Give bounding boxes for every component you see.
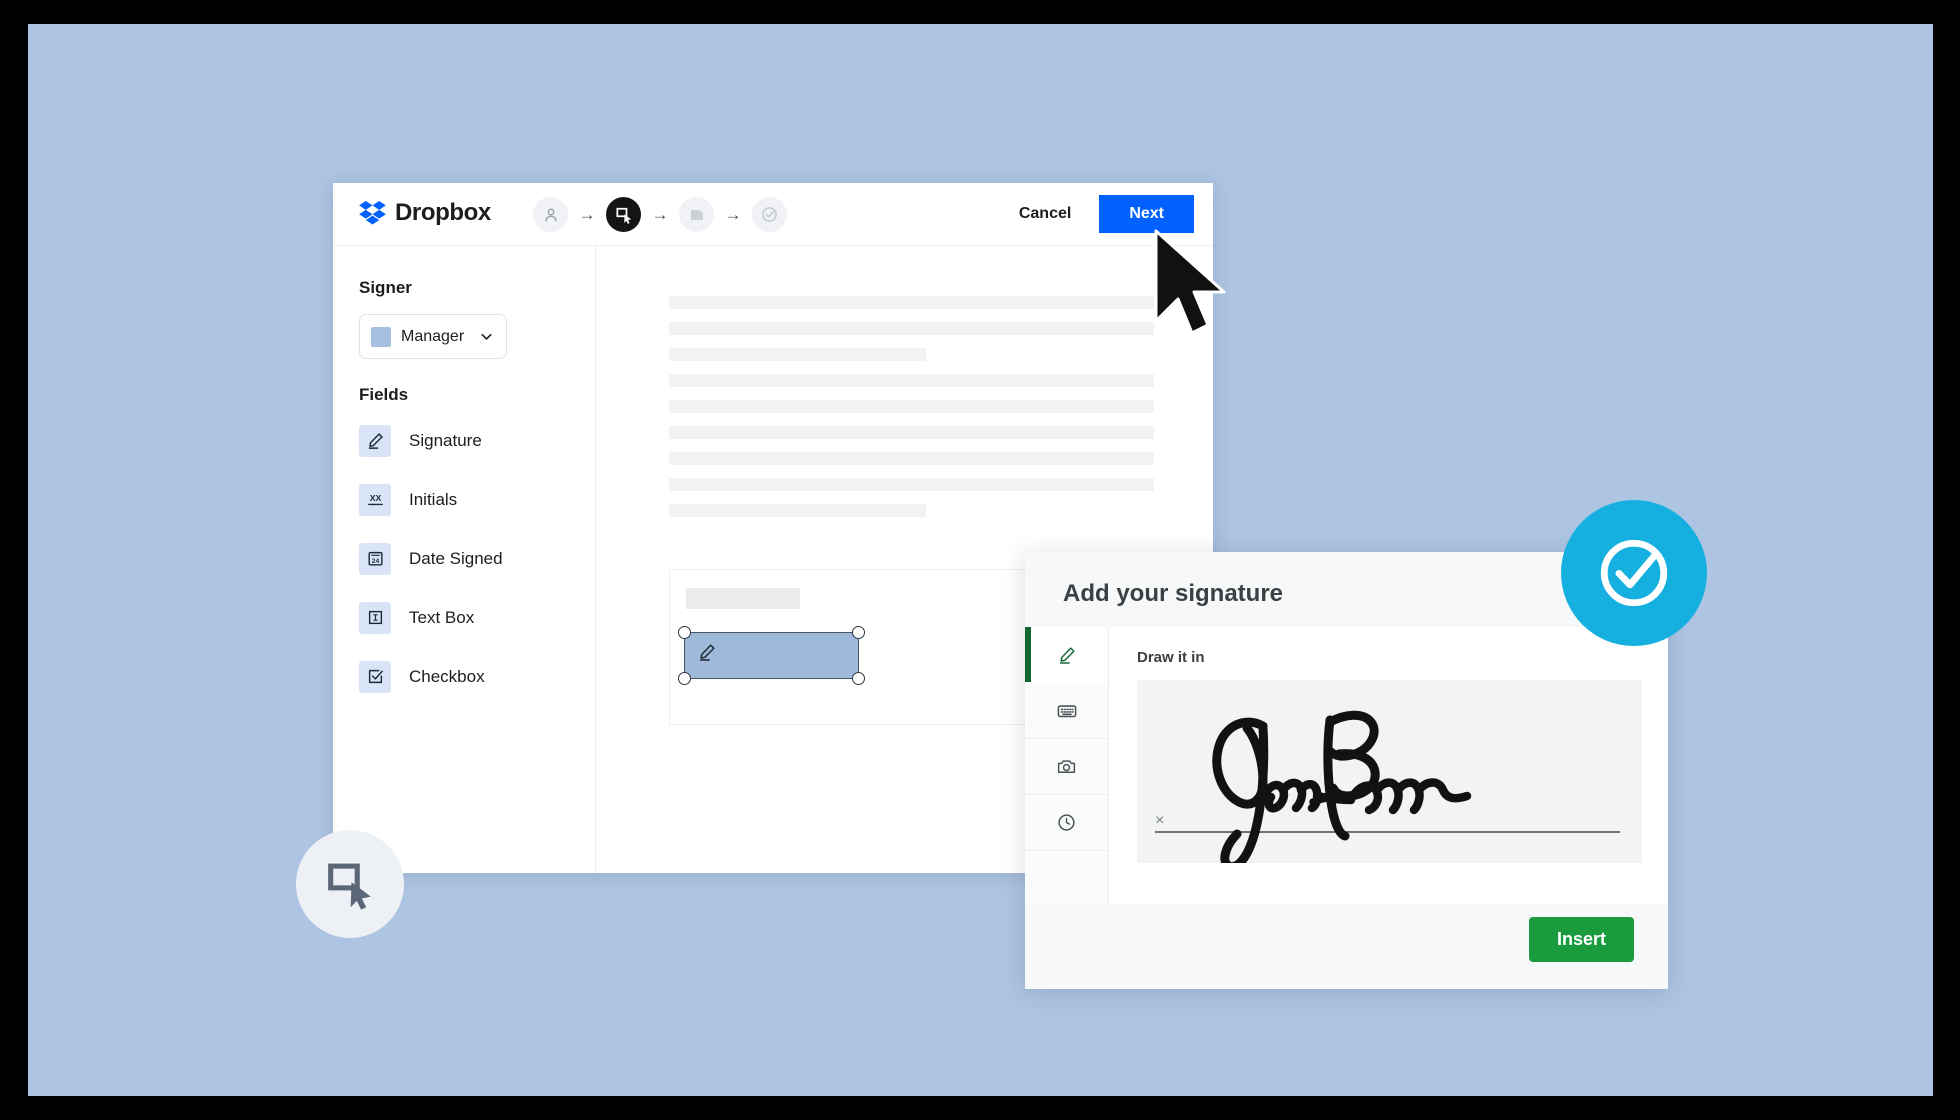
placeholder-line <box>669 322 1154 335</box>
check-circle-icon <box>762 207 777 222</box>
initials-xx-icon: XX <box>359 483 391 516</box>
sidebar-field-signature[interactable]: Signature <box>359 417 595 464</box>
insert-button[interactable]: Insert <box>1528 917 1634 962</box>
placeholder-line <box>669 426 1154 439</box>
screenshot-frame: Dropbox → → → Cancel Next Signer Manager… <box>0 0 1960 1120</box>
dropbox-logo-icon <box>359 200 386 224</box>
placeholder-line <box>669 452 1154 465</box>
sidebar-field-checkbox[interactable]: Checkbox <box>359 653 595 700</box>
step-send[interactable] <box>752 197 787 232</box>
add-signature-modal: Add your signature Draw it in × Insert <box>1025 552 1668 989</box>
pen-signature-icon <box>359 424 391 457</box>
calendar-24-icon: 24 <box>359 542 391 575</box>
signer-color-swatch <box>371 326 391 347</box>
placed-signature-field[interactable] <box>678 626 865 685</box>
resize-handle-bottom-left[interactable] <box>678 672 691 685</box>
brand-name: Dropbox <box>395 199 491 226</box>
document-placeholder-text <box>669 296 1154 530</box>
modal-title: Add your signature <box>1063 580 1284 607</box>
drag-field-badge <box>296 830 404 938</box>
checkbox-icon <box>359 660 391 693</box>
placeholder-line <box>669 374 1154 387</box>
cancel-button[interactable]: Cancel <box>1009 197 1081 231</box>
sidebar-field-date-signed[interactable]: 24 Date Signed <box>359 535 595 582</box>
step-place-fields[interactable] <box>606 197 641 232</box>
drag-field-icon <box>615 207 631 224</box>
text-box-icon <box>359 601 391 634</box>
placeholder-line <box>669 348 927 361</box>
camera-icon <box>1057 760 1076 774</box>
header-actions: Cancel Next <box>1009 195 1194 233</box>
app-header: Dropbox → → → Cancel Next <box>333 183 1213 246</box>
fields-sidebar: Signer Manager Fields Signature XX Initi… <box>333 246 596 873</box>
step-add-signers[interactable] <box>533 197 568 232</box>
draw-label: Draw it in <box>1137 649 1205 666</box>
sidebar-field-text-box[interactable]: Text Box <box>359 594 595 641</box>
signature-canvas[interactable]: × <box>1137 680 1642 863</box>
tab-draw[interactable] <box>1025 627 1108 683</box>
step-indicator: → → → <box>533 197 787 232</box>
placeholder-line <box>669 478 1154 491</box>
svg-text:XX: XX <box>369 493 381 503</box>
placeholder-line <box>669 504 927 517</box>
clock-icon <box>1058 814 1075 831</box>
document-icon <box>690 209 703 220</box>
tab-saved-signatures[interactable] <box>1025 795 1108 851</box>
sidebar-field-label: Checkbox <box>409 666 485 686</box>
tab-upload-photo[interactable] <box>1025 739 1108 795</box>
resize-handle-bottom-right[interactable] <box>852 672 865 685</box>
signer-selected-label: Manager <box>401 327 465 345</box>
sidebar-field-initials[interactable]: XX Initials <box>359 476 595 523</box>
resize-handle-top-left[interactable] <box>678 626 691 639</box>
sidebar-field-label: Date Signed <box>409 548 503 568</box>
resize-handle-top-right[interactable] <box>852 626 865 639</box>
modal-body: Draw it in × <box>1025 627 1668 904</box>
sidebar-field-label: Text Box <box>409 607 475 627</box>
sidebar-field-label: Initials <box>409 489 458 509</box>
person-icon <box>544 208 557 221</box>
check-circle-icon <box>1600 539 1668 607</box>
pen-signature-icon <box>697 642 717 667</box>
placeholder-line <box>669 400 1154 413</box>
chevron-down-icon <box>481 333 492 340</box>
step-review-document[interactable] <box>679 197 714 232</box>
step-arrow: → <box>651 205 669 224</box>
step-arrow: → <box>724 205 742 224</box>
canvas-background: Dropbox → → → Cancel Next Signer Manager… <box>28 24 1933 1096</box>
signature-method-tabs <box>1025 627 1109 904</box>
fields-section-title: Fields <box>359 385 409 404</box>
dropbox-logo: Dropbox <box>359 199 491 227</box>
signature-line-mark: × <box>1155 812 1165 829</box>
keyboard-icon <box>1057 704 1076 717</box>
svg-text:24: 24 <box>371 558 379 565</box>
pen-icon <box>1059 646 1075 664</box>
signer-section-title: Signer <box>359 278 412 297</box>
signer-dropdown[interactable]: Manager <box>359 314 507 359</box>
drawn-signature-ink <box>1212 710 1472 863</box>
tab-type[interactable] <box>1025 683 1108 739</box>
placeholder-line <box>669 296 1154 309</box>
step-arrow: → <box>578 205 596 224</box>
next-button[interactable]: Next <box>1099 195 1194 233</box>
placeholder-label <box>686 588 800 609</box>
draw-signature-section: Draw it in × <box>1109 627 1668 904</box>
sidebar-field-label: Signature <box>409 430 482 450</box>
modal-footer: Insert <box>1025 904 1668 989</box>
drag-field-icon <box>328 863 371 910</box>
check-circle-badge <box>1561 500 1707 646</box>
